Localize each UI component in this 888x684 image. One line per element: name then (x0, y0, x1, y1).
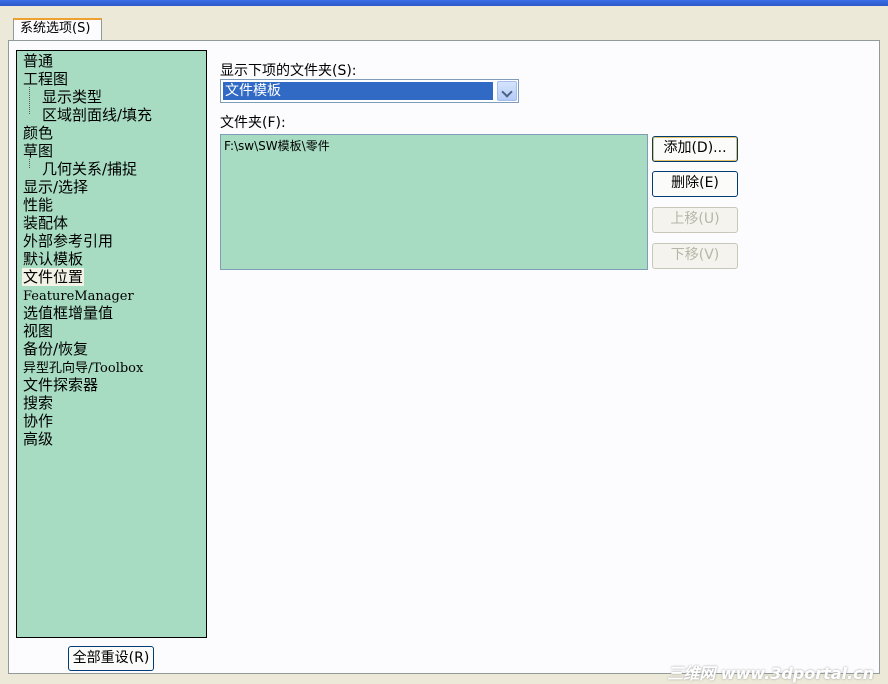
tree-item-general[interactable]: 普通 (17, 52, 206, 70)
add-button[interactable]: 添加(D)... (652, 136, 738, 162)
folder-type-value: 文件模板 (223, 82, 493, 100)
tree-item-hole-wizard-toolbox[interactable]: 异型孔向导/Toolbox (17, 358, 206, 376)
window-title-bar (0, 0, 888, 6)
watermark: 三维网 www.3dportal.cn (667, 664, 874, 683)
tree-item-assemblies[interactable]: 装配体 (17, 214, 206, 232)
tree-item-colors[interactable]: 颜色 (17, 124, 206, 142)
move-up-button[interactable]: 上移(U) (652, 207, 738, 233)
delete-button[interactable]: 删除(E) (652, 171, 738, 197)
tree-item-display-style[interactable]: 显示类型 (17, 88, 206, 106)
tree-item-collaboration[interactable]: 协作 (17, 412, 206, 430)
tree-item-search[interactable]: 搜索 (17, 394, 206, 412)
tree-item-external-references[interactable]: 外部参考引用 (17, 232, 206, 250)
folder-type-select[interactable]: 文件模板 (220, 79, 519, 103)
tree-item-sketch[interactable]: 草图 (17, 142, 206, 160)
chevron-down-icon[interactable] (497, 81, 517, 101)
tree-item-file-explorer[interactable]: 文件探索器 (17, 376, 206, 394)
folder-list[interactable]: F:\sw\SW模板\零件 (220, 134, 648, 270)
show-folders-label: 显示下项的文件夹(S): (220, 63, 357, 79)
tree-item-view[interactable]: 视图 (17, 322, 206, 340)
folders-label: 文件夹(F): (220, 115, 286, 131)
tree-connector-line (29, 159, 30, 168)
tree-connector-line (29, 87, 30, 114)
tree-item-drawings[interactable]: 工程图 (17, 70, 206, 88)
tree-item-relations-snaps[interactable]: 几何关系/捕捉 (17, 160, 206, 178)
tree-item-advanced[interactable]: 高级 (17, 430, 206, 448)
tree-item-performance[interactable]: 性能 (17, 196, 206, 214)
tree-item-display-selection[interactable]: 显示/选择 (17, 178, 206, 196)
tree-item-featuremanager[interactable]: FeatureManager (17, 286, 206, 304)
tree-item-file-locations[interactable]: 文件位置 (17, 268, 206, 286)
tree-item-default-templates[interactable]: 默认模板 (17, 250, 206, 268)
tab-label: 系统选项(S) (20, 21, 91, 36)
reset-all-button[interactable]: 全部重设(R) (68, 646, 154, 671)
tree-item-area-hatch[interactable]: 区域剖面线/填充 (17, 106, 206, 124)
options-tree[interactable]: 普通 工程图 显示类型 区域剖面线/填充 颜色 草图 几何关系/捕捉 显示/选择… (16, 50, 207, 638)
tree-item-spin-box-increments[interactable]: 选值框增量值 (17, 304, 206, 322)
list-item[interactable]: F:\sw\SW模板\零件 (221, 135, 647, 156)
tab-system-options[interactable]: 系统选项(S) (13, 18, 102, 40)
tree-item-backup-recover[interactable]: 备份/恢复 (17, 340, 206, 358)
move-down-button[interactable]: 下移(V) (652, 243, 738, 269)
